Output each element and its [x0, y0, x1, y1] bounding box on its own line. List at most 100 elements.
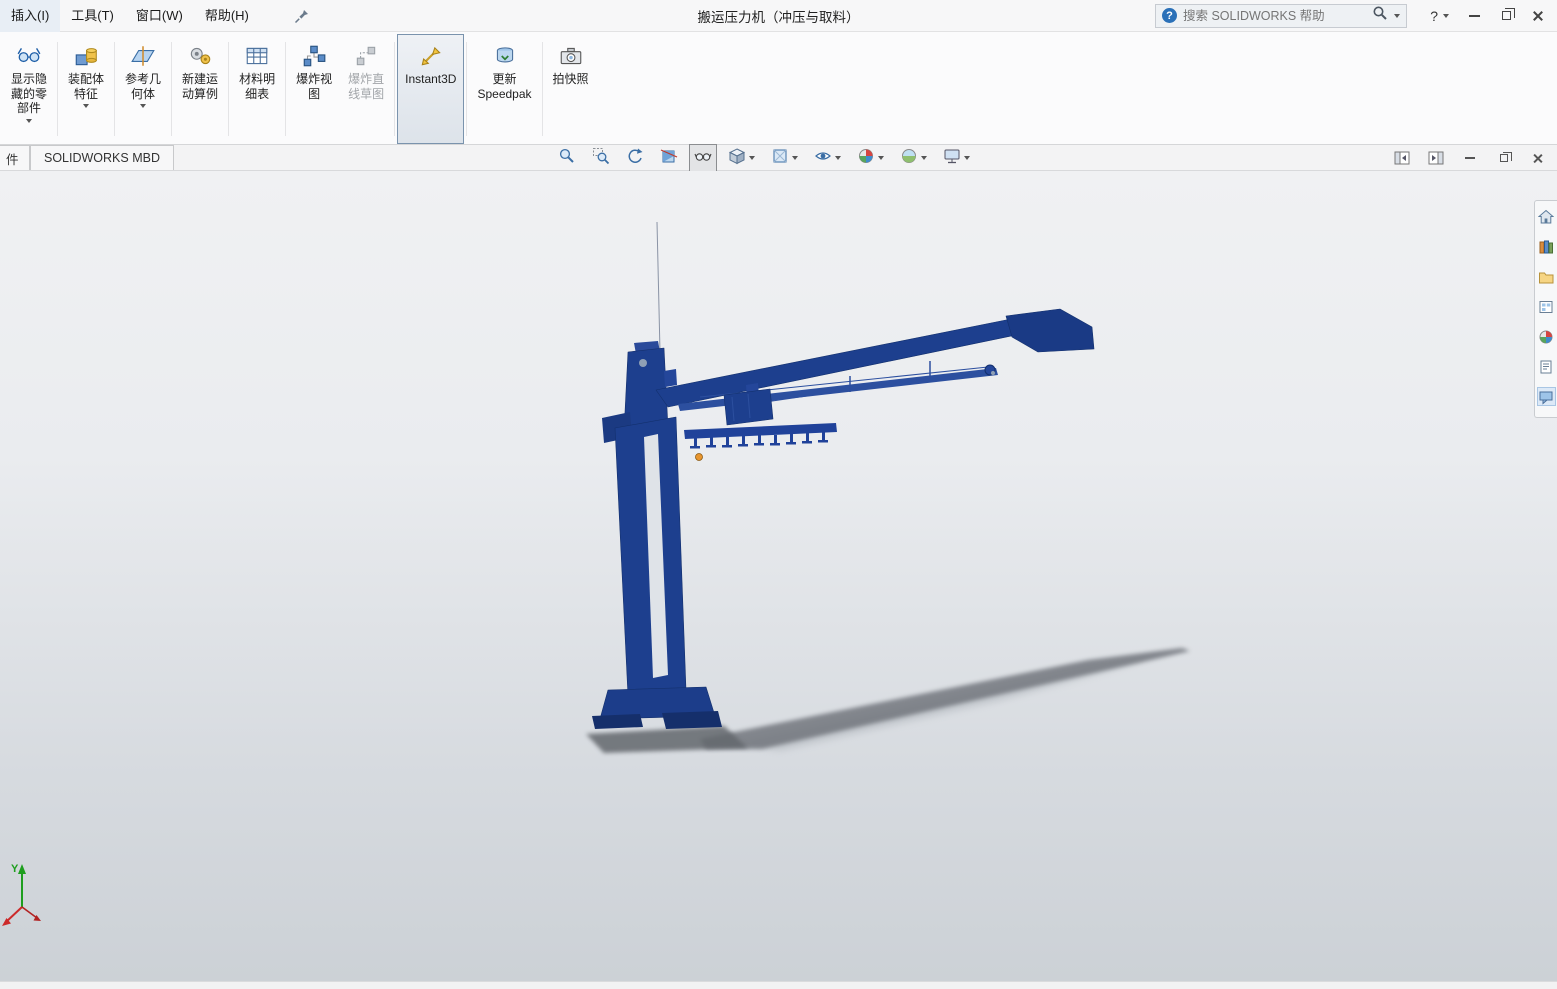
view-palette-icon[interactable] — [1538, 298, 1555, 315]
view-orientation-button[interactable] — [723, 144, 760, 173]
assembly-features-button[interactable]: 装配体 特征 — [60, 34, 112, 144]
appearances-icon[interactable] — [1538, 328, 1555, 345]
section-view-button[interactable] — [655, 144, 683, 173]
heads-up-view-toolbar — [553, 145, 975, 171]
display-style-button[interactable] — [766, 144, 803, 173]
update-speedpak-icon — [492, 42, 518, 70]
menu-bar: 插入(I) 工具(T) 窗口(W) 帮助(H) — [0, 0, 260, 31]
chevron-down-icon[interactable] — [749, 156, 755, 160]
annotation-views-button[interactable] — [689, 144, 717, 173]
help-dropdown-icon[interactable] — [1443, 14, 1449, 18]
edit-appearance-icon — [857, 147, 875, 170]
document-close-button[interactable] — [1525, 147, 1551, 169]
tab-solidworks-mbd[interactable]: SOLIDWORKS MBD — [30, 145, 174, 170]
tab-addins-partial[interactable]: 件 — [0, 145, 30, 170]
document-restore-button[interactable] — [1491, 147, 1517, 169]
chevron-down-icon[interactable] — [83, 104, 89, 108]
pane-left-toggle-icon[interactable] — [1389, 147, 1415, 169]
command-tab-strip: 件 SOLIDWORKS MBD — [0, 145, 1557, 171]
button-label: 参考几 何体 — [125, 72, 161, 101]
help-menu[interactable]: ? — [1430, 8, 1449, 24]
file-explorer-icon[interactable] — [1538, 268, 1555, 285]
chevron-down-icon[interactable] — [964, 156, 970, 160]
search-dropdown-icon[interactable] — [1394, 14, 1400, 18]
tab-label: 件 — [6, 149, 19, 168]
section-view-icon — [660, 147, 678, 170]
resources-home-icon[interactable] — [1538, 208, 1555, 225]
edit-appearance-button[interactable] — [852, 144, 889, 173]
document-window-controls — [1389, 145, 1551, 171]
exploded-view-button[interactable]: 爆炸视 图 — [288, 34, 340, 144]
menu-help[interactable]: 帮助(H) — [194, 0, 260, 32]
menu-insert[interactable]: 插入(I) — [0, 0, 60, 32]
search-icon[interactable] — [1372, 5, 1388, 26]
button-label: 爆炸直 线草图 — [348, 72, 384, 101]
take-snapshot-button[interactable]: 拍快照 — [545, 34, 597, 144]
zoom-fit-button[interactable] — [553, 144, 581, 173]
close-button[interactable] — [1523, 4, 1553, 28]
button-label: 更新 Speedpak — [477, 72, 531, 101]
previous-view-button[interactable] — [621, 144, 649, 173]
button-label: Instant3D — [405, 72, 456, 87]
button-label: 材料明 细表 — [239, 72, 275, 101]
ribbon-separator — [394, 42, 395, 136]
zoom-area-button[interactable] — [587, 144, 615, 173]
button-label: 显示隐 藏的零 部件 — [11, 72, 47, 116]
explode-line-sketch-icon — [353, 42, 379, 70]
ribbon-separator — [114, 42, 115, 136]
update-speedpak-button[interactable]: 更新 Speedpak — [469, 34, 539, 144]
hide-show-items-icon — [814, 147, 832, 170]
show-hidden-components-button[interactable]: 显示隐 藏的零 部件 — [3, 34, 55, 144]
robot-arm-model — [592, 222, 1094, 729]
button-label: 爆炸视 图 — [296, 72, 332, 101]
ribbon-separator — [228, 42, 229, 136]
motion-study-icon — [187, 42, 213, 70]
chevron-down-icon[interactable] — [26, 119, 32, 123]
button-label: 装配体 特征 — [68, 72, 104, 101]
chevron-down-icon[interactable] — [878, 156, 884, 160]
reference-geometry-icon — [130, 42, 156, 70]
chevron-down-icon[interactable] — [835, 156, 841, 160]
assembly-model: Y — [0, 171, 1557, 981]
bom-table-icon — [244, 42, 270, 70]
document-minimize-button[interactable] — [1457, 147, 1483, 169]
search-input[interactable] — [1183, 9, 1366, 23]
view-settings-button[interactable] — [938, 144, 975, 173]
help-question-label: ? — [1430, 8, 1438, 24]
view-orientation-icon — [728, 147, 746, 170]
menu-tools[interactable]: 工具(T) — [60, 0, 125, 32]
ribbon-toolbar: 显示隐 藏的零 部件 装配体 特征 参考几 何体 新建运 动算例 — [0, 32, 1557, 145]
instant3d-icon — [418, 42, 444, 70]
reference-geometry-button[interactable]: 参考几 何体 — [117, 34, 169, 144]
coordinate-triad: Y — [2, 863, 41, 926]
design-library-icon[interactable] — [1538, 238, 1555, 255]
minimize-button[interactable] — [1459, 4, 1489, 28]
window-controls — [1459, 4, 1553, 28]
restore-button[interactable] — [1491, 4, 1521, 28]
custom-properties-icon[interactable] — [1538, 358, 1555, 375]
hide-show-items-button[interactable] — [809, 144, 846, 173]
ribbon-separator — [542, 42, 543, 136]
chevron-down-icon[interactable] — [140, 104, 146, 108]
ribbon-separator — [171, 42, 172, 136]
annotation-views-icon — [694, 147, 712, 170]
zoom-fit-icon — [558, 147, 576, 170]
pane-right-toggle-icon[interactable] — [1423, 147, 1449, 169]
new-motion-study-button[interactable]: 新建运 动算例 — [174, 34, 226, 144]
pin-icon[interactable] — [294, 8, 310, 24]
chevron-down-icon[interactable] — [792, 156, 798, 160]
instant3d-button[interactable]: Instant3D — [397, 34, 464, 144]
menu-window[interactable]: 窗口(W) — [125, 0, 194, 32]
forum-icon[interactable] — [1538, 388, 1555, 405]
apply-scene-button[interactable] — [895, 144, 932, 173]
status-bar — [0, 981, 1557, 989]
bill-of-materials-button[interactable]: 材料明 细表 — [231, 34, 283, 144]
chevron-down-icon[interactable] — [921, 156, 927, 160]
exploded-view-icon — [301, 42, 327, 70]
solidworks-window: 插入(I) 工具(T) 窗口(W) 帮助(H) 搬运压力机（冲压与取料） ? ? — [0, 0, 1557, 989]
graphics-viewport[interactable]: Y — [0, 171, 1557, 981]
show-hidden-components-icon — [16, 42, 42, 70]
camera-icon — [558, 42, 584, 70]
explode-line-sketch-button: 爆炸直 线草图 — [340, 34, 392, 144]
help-search-box[interactable]: ? — [1155, 4, 1407, 28]
